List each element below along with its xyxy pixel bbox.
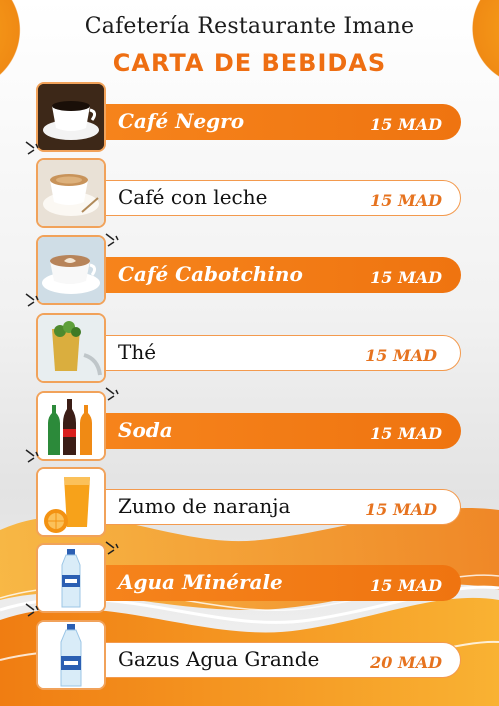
water-bottle-icon (36, 543, 106, 613)
item-price: 15 MAD (370, 268, 442, 287)
item-name: Gazus Agua Grande (118, 647, 320, 671)
menu-title: CARTA DE BEBIDAS (112, 49, 387, 77)
coffee-with-milk-icon (36, 158, 106, 228)
item-price: 15 MAD (370, 191, 442, 210)
sparkle-icon (25, 141, 39, 155)
item-price: 15 MAD (370, 576, 442, 595)
menu-item: Café Cabotchino 15 MAD (0, 235, 499, 313)
item-price: 15 MAD (365, 500, 437, 519)
sparkle-icon (105, 233, 119, 247)
sparkle-icon (25, 449, 39, 463)
black-coffee-cup-icon (36, 82, 106, 152)
item-name: Agua Minérale (118, 570, 283, 594)
sparkle-icon (25, 603, 39, 617)
mint-tea-glass-icon (36, 313, 106, 383)
large-water-bottle-icon (36, 620, 106, 690)
item-name: Zumo de naranja (118, 494, 291, 518)
sparkle-icon (105, 541, 119, 555)
sparkle-icon (25, 293, 39, 307)
menu-item: Thé 15 MAD (0, 313, 499, 391)
item-price: 15 MAD (365, 346, 437, 365)
cappuccino-icon (36, 235, 106, 305)
item-name: Café Cabotchino (118, 262, 303, 286)
sparkle-icon (105, 387, 119, 401)
menu-item: Agua Minérale 15 MAD (0, 543, 499, 621)
menu-item: Café con leche 15 MAD (0, 158, 499, 236)
item-name: Café Negro (118, 109, 245, 133)
item-price: 15 MAD (370, 115, 442, 134)
soda-bottles-icon (36, 391, 106, 461)
shop-name: Cafetería Restaurante Imane (84, 14, 415, 39)
menu-page: Cafetería Restaurante Imane CARTA DE BEB… (0, 0, 499, 706)
item-price: 20 MAD (370, 653, 442, 672)
item-name: Café con leche (118, 185, 268, 209)
menu-item: Zumo de naranja 15 MAD (0, 467, 499, 545)
item-name: Thé (118, 340, 157, 364)
item-price: 15 MAD (370, 424, 442, 443)
menu-item: Gazus Agua Grande 20 MAD (0, 620, 499, 698)
menu-item: Café Negro 15 MAD (0, 82, 499, 160)
menu-item: Soda 15 MAD (0, 391, 499, 469)
item-name: Soda (118, 418, 173, 442)
orange-juice-icon (36, 467, 106, 537)
